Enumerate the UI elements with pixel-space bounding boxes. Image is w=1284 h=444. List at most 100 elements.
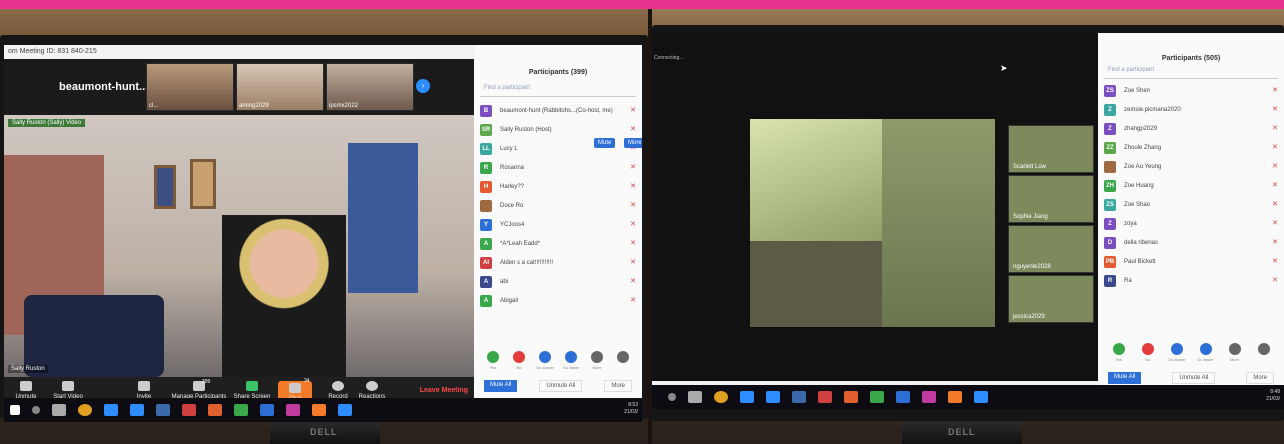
reaction-button[interactable]: Go slower	[1168, 343, 1186, 362]
video-thumbnail[interactable]: Sophie Jiang	[1008, 175, 1094, 223]
zoom-icon[interactable]	[974, 391, 988, 403]
participant-row[interactable]: A Abigail ✕	[480, 291, 636, 310]
microphone-muted-icon[interactable]: ✕	[630, 182, 636, 190]
app-icon[interactable]	[312, 404, 326, 416]
video-thumbnail[interactable]: Scarlett Low	[1008, 125, 1094, 173]
participant-row[interactable]: Zoe Au Yeung ✕	[1104, 157, 1278, 176]
reaction-button[interactable]	[1255, 343, 1273, 362]
participant-row[interactable]: Aabi ✕	[480, 272, 636, 291]
participant-row[interactable]: SR Sally Ruston (Host) ✕	[480, 120, 636, 139]
app-icon[interactable]	[182, 404, 196, 416]
participant-row[interactable]: Zzhangp2029 ✕	[1104, 119, 1278, 138]
unmute-all-button[interactable]: Unmute All	[539, 380, 583, 392]
microphone-muted-icon[interactable]: ✕	[630, 163, 636, 171]
microphone-muted-icon[interactable]: ✕	[1272, 200, 1278, 208]
app-icon[interactable]	[922, 391, 936, 403]
microphone-muted-icon[interactable]: ✕	[1272, 143, 1278, 151]
zoom-icon[interactable]	[338, 404, 352, 416]
participant-row[interactable]: Doce Ro ✕	[480, 196, 636, 215]
microphone-muted-icon[interactable]: ✕	[630, 258, 636, 266]
microphone-muted-icon[interactable]: ✕	[1272, 124, 1278, 132]
app-icon[interactable]	[208, 404, 222, 416]
windows-start-icon[interactable]	[10, 405, 20, 415]
chrome-icon[interactable]	[714, 391, 728, 403]
app-icon[interactable]	[818, 391, 832, 403]
unmute-all-button[interactable]: Unmute All	[1172, 372, 1216, 384]
edge-icon[interactable]	[104, 404, 118, 416]
microphone-muted-icon[interactable]: ✕	[630, 296, 636, 304]
mute-button[interactable]: Mute	[594, 138, 616, 148]
reaction-button[interactable]: Yes	[484, 351, 502, 370]
participant-row[interactable]: Bbeaumont-hunt (Rabbitohs...(Co-host, me…	[480, 101, 636, 120]
next-page-icon[interactable]: ›	[416, 79, 430, 93]
ie-icon[interactable]	[130, 404, 144, 416]
reaction-button[interactable]: Go faster	[562, 351, 580, 370]
participant-row[interactable]: ZH Zoe Huang ✕	[1104, 176, 1278, 195]
video-thumbnail[interactable]: aming2029	[236, 63, 324, 111]
search-icon[interactable]	[32, 406, 40, 414]
participant-row[interactable]: ZS Zoe Shen ✕	[1104, 81, 1278, 100]
reaction-button[interactable]: More	[1226, 343, 1244, 362]
microphone-muted-icon[interactable]: ✕	[630, 220, 636, 228]
app-icon[interactable]	[792, 391, 806, 403]
reaction-button[interactable]: No	[510, 351, 528, 370]
video-thumbnail[interactable]: cl...	[146, 63, 234, 111]
mute-all-button[interactable]: Mute All	[1108, 372, 1142, 384]
microphone-muted-icon[interactable]: ✕	[630, 239, 636, 247]
app-icon[interactable]	[870, 391, 884, 403]
task-view-icon[interactable]	[688, 391, 702, 403]
microphone-muted-icon[interactable]: ✕	[1272, 86, 1278, 94]
participant-row[interactable]: PB Paul Bickett ✕	[1104, 252, 1278, 271]
task-view-icon[interactable]	[52, 404, 66, 416]
participant-row[interactable]: AI Alden s a cat!!!!!!!!!!! ✕	[480, 253, 636, 272]
microphone-muted-icon[interactable]: ✕	[1272, 105, 1278, 113]
reaction-button[interactable]	[614, 351, 632, 370]
more-options-button[interactable]: More	[1246, 372, 1274, 384]
participant-row[interactable]: Ddella ribenas ✕	[1104, 233, 1278, 252]
reaction-button[interactable]: Yes	[1110, 343, 1128, 362]
search-icon[interactable]	[668, 393, 676, 401]
participant-row[interactable]: ZZ Zhoule Zhang ✕	[1104, 138, 1278, 157]
microphone-muted-icon[interactable]: ✕	[1272, 276, 1278, 284]
participant-row[interactable]: ZS Zoe Shao ✕	[1104, 195, 1278, 214]
microphone-muted-icon[interactable]: ✕	[630, 125, 636, 133]
more-options-button[interactable]: More	[604, 380, 632, 392]
leave-meeting-button[interactable]: Leave Meeting	[420, 387, 468, 394]
ie-icon[interactable]	[766, 391, 780, 403]
microphone-muted-icon[interactable]: ✕	[1272, 219, 1278, 227]
reaction-button[interactable]: Go faster	[1197, 343, 1215, 362]
app-icon[interactable]	[234, 404, 248, 416]
app-icon[interactable]	[260, 404, 274, 416]
app-icon[interactable]	[156, 404, 170, 416]
reaction-button[interactable]: No	[1139, 343, 1157, 362]
reaction-button[interactable]: Go slower	[536, 351, 554, 370]
microphone-muted-icon[interactable]: ✕	[1272, 181, 1278, 189]
video-thumbnail[interactable]: nguyenle2028	[1008, 225, 1094, 273]
participant-search-input[interactable]: Find a participant	[480, 85, 636, 97]
participant-row[interactable]: R Rosanna ✕	[480, 158, 636, 177]
microphone-muted-icon[interactable]: ✕	[1272, 257, 1278, 265]
participant-row[interactable]: Y YCJoos4 ✕	[480, 215, 636, 234]
app-icon[interactable]	[844, 391, 858, 403]
chrome-icon[interactable]	[78, 404, 92, 416]
microphone-muted-icon[interactable]: ✕	[1272, 162, 1278, 170]
more-button[interactable]: More	[624, 138, 642, 148]
edge-icon[interactable]	[740, 391, 754, 403]
mute-all-button[interactable]: Mute All	[484, 380, 518, 392]
app-icon[interactable]	[896, 391, 910, 403]
participant-row[interactable]: Zzoya ✕	[1104, 214, 1278, 233]
microphone-muted-icon[interactable]: ✕	[630, 277, 636, 285]
microphone-muted-icon[interactable]: ✕	[1272, 238, 1278, 246]
app-icon[interactable]	[286, 404, 300, 416]
participant-row[interactable]: R Ra ✕	[1104, 271, 1278, 290]
video-thumbnail[interactable]: ipsmx2022	[326, 63, 414, 111]
app-icon[interactable]	[948, 391, 962, 403]
microphone-muted-icon[interactable]: ✕	[630, 106, 636, 114]
microphone-muted-icon[interactable]: ✕	[630, 201, 636, 209]
participant-row[interactable]: Zzemsie.picmana2020 ✕	[1104, 100, 1278, 119]
reaction-button[interactable]: More	[588, 351, 606, 370]
participant-row[interactable]: A *A*Leah Eadd* ✕	[480, 234, 636, 253]
participant-row[interactable]: H Harley?? ✕	[480, 177, 636, 196]
participant-search-input[interactable]: Find a participant	[1104, 67, 1278, 79]
video-thumbnail[interactable]: jessica2029	[1008, 275, 1094, 323]
